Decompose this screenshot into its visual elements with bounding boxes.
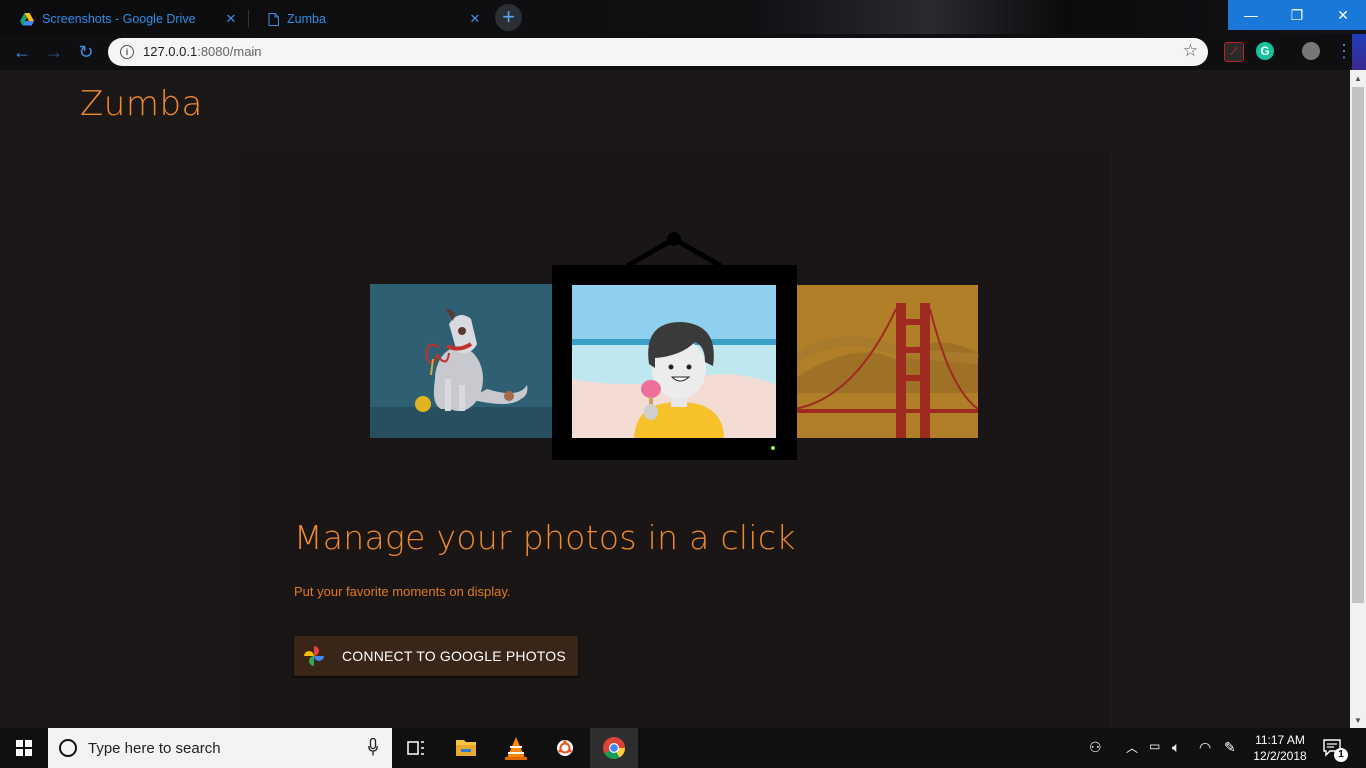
bookmark-star-icon[interactable]: ☆	[1183, 41, 1198, 61]
google-photos-icon	[304, 646, 324, 666]
clock-date: 12/2/2018	[1253, 749, 1307, 763]
bridge-photo	[791, 285, 979, 438]
tab-title: Zumba	[287, 12, 326, 26]
clock-time: 11:17 AM	[1255, 733, 1305, 747]
address-bar[interactable]: i 127.0.0.1:8080/main ☆	[108, 38, 1208, 66]
tab-close-icon[interactable]: ✕	[224, 12, 238, 26]
photos-illustration	[370, 232, 979, 460]
main-card: Manage your photos in a click Put your f…	[238, 150, 1110, 728]
scrollbar-thumb[interactable]	[1352, 87, 1364, 603]
forward-arrow-icon[interactable]: →	[42, 40, 66, 64]
wifi-icon[interactable]: ◠	[1199, 739, 1211, 756]
vlc-icon[interactable]	[492, 728, 540, 768]
ubuntu-icon[interactable]	[541, 728, 589, 768]
task-view-icon[interactable]	[392, 728, 440, 768]
tab-title: Screenshots - Google Drive	[42, 12, 196, 26]
profile-avatar[interactable]	[1302, 42, 1320, 60]
tab-zumba[interactable]: Zumba ✕	[248, 4, 492, 34]
url-host: 127.0.0.1	[143, 44, 198, 59]
url-text[interactable]: 127.0.0.1:8080/main	[143, 44, 262, 59]
google-drive-icon	[20, 12, 34, 25]
subheadline: Put your favorite moments on display.	[294, 584, 511, 599]
browser-title-bar: Screenshots - Google Drive ✕ Zumba ✕ + —…	[0, 0, 1366, 34]
tab-close-icon[interactable]: ✕	[468, 12, 482, 26]
tab-google-drive[interactable]: Screenshots - Google Drive ✕	[0, 4, 248, 34]
battery-icon[interactable]: ▭	[1149, 739, 1160, 753]
minimize-button[interactable]: —	[1228, 0, 1274, 30]
reload-icon[interactable]: ↻	[74, 40, 98, 64]
app-title: Zumba	[80, 84, 203, 124]
page-icon	[268, 12, 279, 26]
show-hidden-icons-icon[interactable]: ︿	[1126, 739, 1138, 756]
people-icon[interactable]: ⚇	[1089, 739, 1102, 756]
pen-workspace-icon[interactable]: ✎	[1224, 739, 1236, 756]
info-icon[interactable]: i	[120, 45, 134, 59]
chrome-icon[interactable]	[590, 728, 638, 768]
microphone-icon[interactable]	[368, 738, 378, 756]
browser-toolbar: ← → ↻ i 127.0.0.1:8080/main ☆ ⟋ G ⋮	[0, 34, 1366, 70]
dog-photo	[370, 284, 554, 438]
more-menu-icon[interactable]: ⋮	[1335, 42, 1353, 60]
page-viewport: Zumba Manage your photos in a click Put …	[0, 70, 1350, 728]
restore-button[interactable]: ❐	[1274, 0, 1320, 30]
picture-frame	[552, 232, 797, 460]
taskbar-search-box[interactable]: Type here to search	[48, 728, 392, 768]
volume-icon[interactable]: 🔈︎	[1172, 739, 1180, 756]
connect-google-photos-button[interactable]: CONNECT TO GOOGLE PHOTOS	[294, 636, 578, 676]
headline: Manage your photos in a click	[294, 518, 796, 557]
pdf-extension-icon[interactable]: ⟋	[1224, 42, 1244, 62]
scroll-down-icon[interactable]: ▼	[1354, 716, 1362, 725]
windows-start-icon[interactable]	[0, 728, 48, 768]
connect-button-label: CONNECT TO GOOGLE PHOTOS	[342, 648, 566, 664]
file-explorer-icon[interactable]	[442, 728, 490, 768]
windows-taskbar: Type here to search ⚇ ︿ ▭ 🔈︎ ◠ ✎ 11:17 A…	[0, 728, 1366, 768]
search-placeholder: Type here to search	[88, 740, 221, 757]
cortana-icon[interactable]	[59, 739, 77, 757]
back-arrow-icon[interactable]: ←	[10, 40, 34, 64]
close-window-button[interactable]: ✕	[1320, 0, 1366, 30]
new-tab-button[interactable]: +	[495, 4, 522, 31]
url-path: :8080/main	[197, 44, 262, 59]
notification-count-badge: 1	[1334, 748, 1348, 762]
page-scrollbar[interactable]: ▲ ▼	[1350, 70, 1366, 728]
grammarly-extension-icon[interactable]: G	[1256, 42, 1274, 60]
system-clock[interactable]: 11:17 AM 12/2/2018	[1247, 732, 1313, 764]
toolbar-edge	[1352, 34, 1366, 70]
scroll-up-icon[interactable]: ▲	[1354, 74, 1362, 83]
